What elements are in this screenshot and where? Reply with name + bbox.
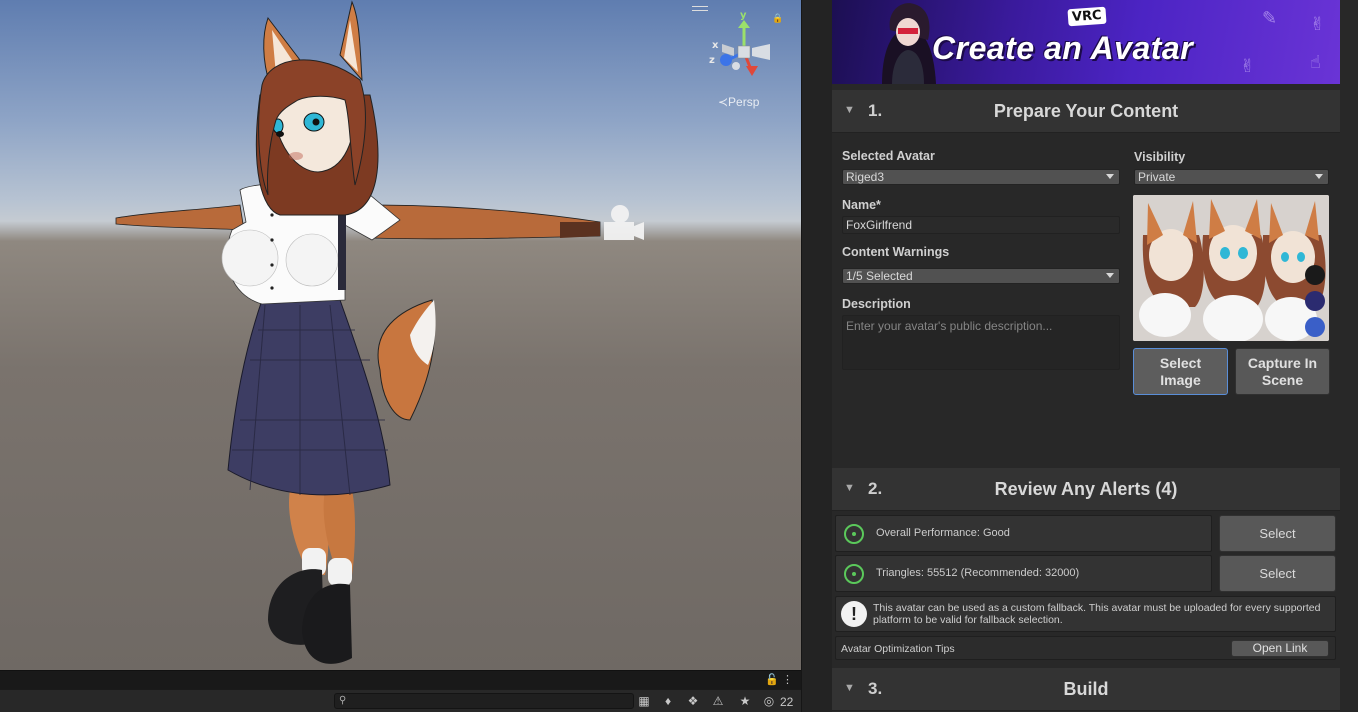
peace-icon: ✌ <box>1240 56 1256 76</box>
projection-toggle[interactable]: ≺Persp <box>718 95 759 109</box>
project-search-bar: ⚲ ▦ ♦ ❖ ⚠ ★ ◎ 22 <box>0 689 801 712</box>
avatar-thumbnail <box>1133 195 1329 341</box>
doodle-icon: ✎ <box>1262 8 1278 28</box>
select-performance-button[interactable]: Select <box>1219 515 1336 552</box>
hidden-eye-icon[interactable]: ◎ <box>761 693 777 709</box>
content-warnings-dropdown[interactable]: 1/5 Selected <box>842 268 1120 284</box>
alert-text: Triangles: 55512 (Recommended: 32000) <box>876 567 1080 579</box>
section-alerts-header[interactable]: ▼ 2. Review Any Alerts (4) <box>832 468 1340 511</box>
description-field[interactable]: Enter your avatar's public description..… <box>842 315 1120 370</box>
console-toolbar: 🔓 ⋮ <box>0 670 801 689</box>
fallback-info-row: ! This avatar can be used as a custom fa… <box>835 596 1336 632</box>
ok-status-icon <box>844 564 864 584</box>
gizmo-z-label[interactable]: z <box>709 55 715 66</box>
capture-in-scene-button[interactable]: Capture In Scene <box>1235 348 1330 395</box>
visibility-label: Visibility <box>1134 150 1186 164</box>
section-title: Review Any Alerts (4) <box>994 479 1178 499</box>
section-build-header[interactable]: ▼ 3. Build <box>832 668 1340 711</box>
section-title: Prepare Your Content <box>993 101 1179 121</box>
banner-title: Create an Avatar <box>932 30 1194 66</box>
gizmo-y-label[interactable]: y <box>740 10 747 21</box>
unity-editor: y x z ≺Persp 🔒 🔓 ⋮ ⚲ ▦ ♦ ❖ ⚠ ★ ◎ 22 VRC <box>0 0 1358 712</box>
selected-avatar-value: Riged3 <box>846 170 885 184</box>
console-lock-menu-icons[interactable]: 🔓 ⋮ <box>765 673 793 686</box>
visibility-value: Private <box>1138 170 1176 184</box>
filter-by-label-icon[interactable]: ♦ <box>660 693 676 709</box>
chevron-down-icon <box>1106 273 1114 278</box>
selected-avatar-label: Selected Avatar <box>842 149 935 163</box>
search-input[interactable]: ⚲ <box>334 693 634 709</box>
filter-by-type-icon[interactable]: ▦ <box>636 693 652 709</box>
optimization-tips-row: Avatar Optimization Tips Open Link <box>835 636 1336 660</box>
menu-icon[interactable] <box>692 6 708 11</box>
open-link-button[interactable]: Open Link <box>1231 640 1329 657</box>
fallback-info-text: This avatar can be used as a custom fall… <box>873 602 1321 626</box>
search-icon: ⚲ <box>339 695 347 706</box>
alert-row-triangles: Triangles: 55512 (Recommended: 32000) <box>835 555 1212 592</box>
name-label: Name* <box>842 198 881 212</box>
rock-hand-icon: ✌ <box>1310 14 1326 34</box>
description-label: Description <box>842 297 911 311</box>
section-prepare-header[interactable]: ▼ 1. Prepare Your Content <box>832 90 1340 133</box>
lock-icon[interactable]: 🔒 <box>772 13 783 24</box>
section-title: Build <box>1063 679 1109 699</box>
tag-icon[interactable]: ❖ <box>685 693 701 709</box>
content-warnings-value: 1/5 Selected <box>846 269 913 283</box>
panel-divider[interactable] <box>801 0 832 712</box>
warning-filter-icon[interactable]: ⚠ <box>710 693 726 709</box>
chevron-down-icon <box>1106 174 1114 179</box>
ok-status-icon <box>844 524 864 544</box>
optimization-tips-label: Avatar Optimization Tips <box>841 643 955 655</box>
avatar-model <box>115 0 770 664</box>
favorite-star-icon[interactable]: ★ <box>737 693 753 709</box>
visibility-dropdown[interactable]: Private <box>1134 169 1329 185</box>
vrc-logo-badge: VRC <box>1067 6 1107 27</box>
orientation-gizmo <box>720 20 770 76</box>
select-triangles-button[interactable]: Select <box>1219 555 1336 592</box>
create-avatar-banner: VRC Create an Avatar ✎ ✌ ☝ ✌ <box>832 0 1340 84</box>
select-image-label: Select Image <box>1159 355 1202 388</box>
capture-in-scene-label: Capture In Scene <box>1247 355 1318 388</box>
panel-scrollbar[interactable] <box>1342 0 1358 712</box>
info-exclamation-icon: ! <box>841 601 867 627</box>
gizmo-x-label[interactable]: x <box>712 40 718 51</box>
thumbs-up-icon: ☝ <box>1310 52 1321 72</box>
name-field[interactable]: FoxGirlfrend <box>842 216 1120 234</box>
alert-row-performance: Overall Performance: Good <box>835 515 1212 552</box>
chevron-down-icon <box>1315 174 1323 179</box>
hidden-count: 22 <box>780 695 794 709</box>
vrchat-sdk-panel: VRC Create an Avatar ✎ ✌ ☝ ✌ ▼ 1. Prepar… <box>832 0 1358 712</box>
content-warnings-label: Content Warnings <box>842 245 950 259</box>
select-image-button[interactable]: Select Image <box>1133 348 1228 395</box>
scene-view[interactable]: y x z ≺Persp 🔒 <box>0 0 801 670</box>
camera-icon <box>604 205 644 240</box>
selected-avatar-dropdown[interactable]: Riged3 <box>842 169 1120 185</box>
alert-text: Overall Performance: Good <box>876 527 1010 539</box>
